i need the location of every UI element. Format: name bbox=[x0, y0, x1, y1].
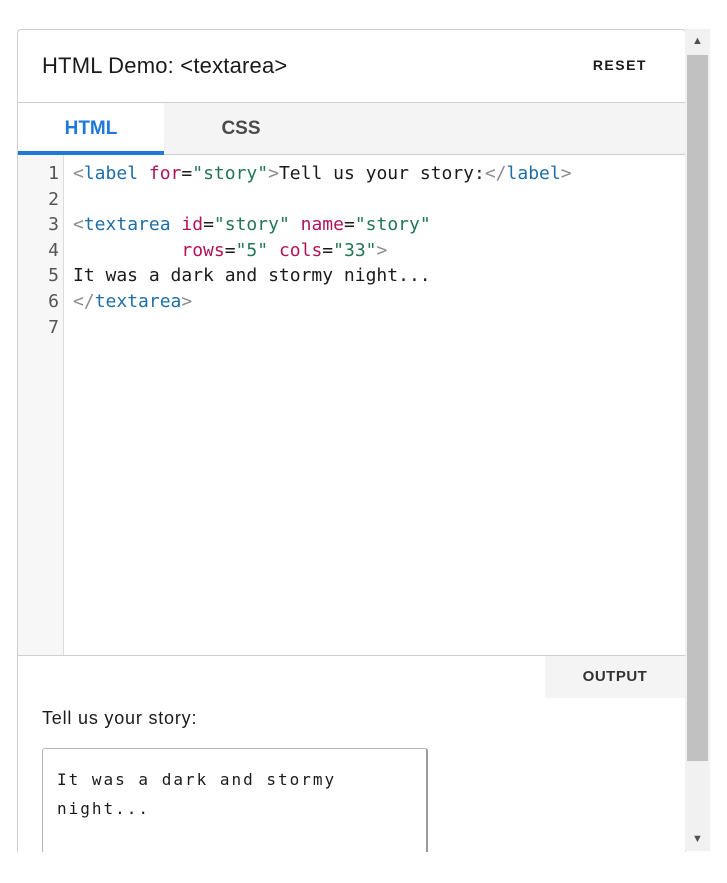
tab-html-label: HTML bbox=[64, 118, 118, 139]
page-title: HTML Demo: <textarea> bbox=[42, 53, 288, 78]
code-token: > bbox=[560, 163, 572, 184]
code-token: label bbox=[506, 163, 561, 184]
page: HTML Demo: <textarea> RESET HTML CSS 1 2 3… bbox=[0, 0, 727, 883]
code-token: > bbox=[181, 290, 193, 312]
scrollbar-thumb[interactable] bbox=[687, 55, 708, 761]
line-number-gutter: 1 2 3 4 5 6 7 bbox=[18, 155, 64, 655]
code-token: cols bbox=[278, 239, 323, 261]
code-line: </textarea> bbox=[73, 289, 572, 315]
demo-frame: HTML Demo: <textarea> RESET HTML CSS 1 2 3… bbox=[17, 29, 686, 852]
code-token: </ bbox=[73, 290, 95, 312]
demo-header: HTML Demo: <textarea> RESET bbox=[18, 30, 685, 103]
reset-button[interactable]: RESET bbox=[593, 57, 647, 73]
code-line: ​ bbox=[73, 187, 572, 213]
code-token: "5" bbox=[235, 239, 269, 261]
line-number: 2 bbox=[48, 188, 59, 210]
line-number: 5 bbox=[48, 265, 59, 287]
code-token: > bbox=[376, 239, 388, 261]
output-tab: OUTPUT bbox=[545, 656, 685, 698]
code-token: label bbox=[83, 163, 139, 184]
code-token: rows bbox=[181, 239, 225, 261]
vertical-scrollbar[interactable]: ▲ ▼ bbox=[685, 29, 710, 851]
code-line: ​ bbox=[73, 315, 572, 341]
code-token: "story" bbox=[354, 214, 431, 236]
code-token: = bbox=[322, 239, 334, 261]
story-textarea[interactable]: It was a dark and stormy night... bbox=[42, 748, 428, 852]
code-line: It was a dark and stormy night... bbox=[73, 263, 572, 289]
tab-css-label: CSS bbox=[221, 118, 261, 139]
code-token: for bbox=[148, 163, 182, 184]
code-token: = bbox=[181, 163, 193, 184]
code-content[interactable]: <label for="story">Tell us your story:</… bbox=[73, 161, 572, 340]
triangle-up-icon[interactable]: ▲ bbox=[685, 31, 710, 51]
line-number: 3 bbox=[48, 214, 59, 236]
output-story-label: Tell us your story: bbox=[42, 708, 198, 728]
code-token: textarea bbox=[83, 214, 171, 236]
code-token: = bbox=[224, 239, 236, 261]
line-number: 7 bbox=[48, 316, 59, 338]
code-token: id bbox=[181, 214, 204, 236]
line-number: 6 bbox=[48, 291, 59, 312]
code-token: < bbox=[73, 214, 84, 236]
code-token: "33" bbox=[333, 239, 377, 261]
code-token: = bbox=[203, 214, 214, 236]
code-token: "story" bbox=[192, 163, 269, 184]
triangle-down-icon[interactable]: ▼ bbox=[685, 829, 710, 849]
code-token: = bbox=[343, 214, 355, 236]
code-line: rows="5" cols="33"> bbox=[73, 238, 572, 264]
code-token: Tell us your story: bbox=[278, 163, 485, 184]
code-token: > bbox=[268, 163, 279, 184]
code-token: "story" bbox=[213, 214, 290, 236]
code-line: <textarea id="story" name="story" bbox=[73, 212, 572, 238]
tab-css[interactable]: CSS bbox=[164, 103, 318, 154]
code-token: It was a dark and stormy night... bbox=[73, 265, 431, 287]
code-token: textarea bbox=[94, 290, 182, 312]
code-token: < bbox=[73, 163, 84, 184]
editor-tabs: HTML CSS bbox=[18, 103, 685, 155]
code-editor[interactable]: 1234567 <label for="story">Tell us your … bbox=[18, 155, 685, 656]
code-token: name bbox=[300, 214, 344, 236]
code-line: <label for="story">Tell us your story:</… bbox=[73, 161, 572, 187]
line-number: 4 bbox=[48, 239, 59, 261]
line-number: 1 bbox=[48, 163, 59, 184]
tab-html[interactable]: HTML bbox=[18, 103, 164, 155]
code-token: </ bbox=[484, 163, 507, 184]
